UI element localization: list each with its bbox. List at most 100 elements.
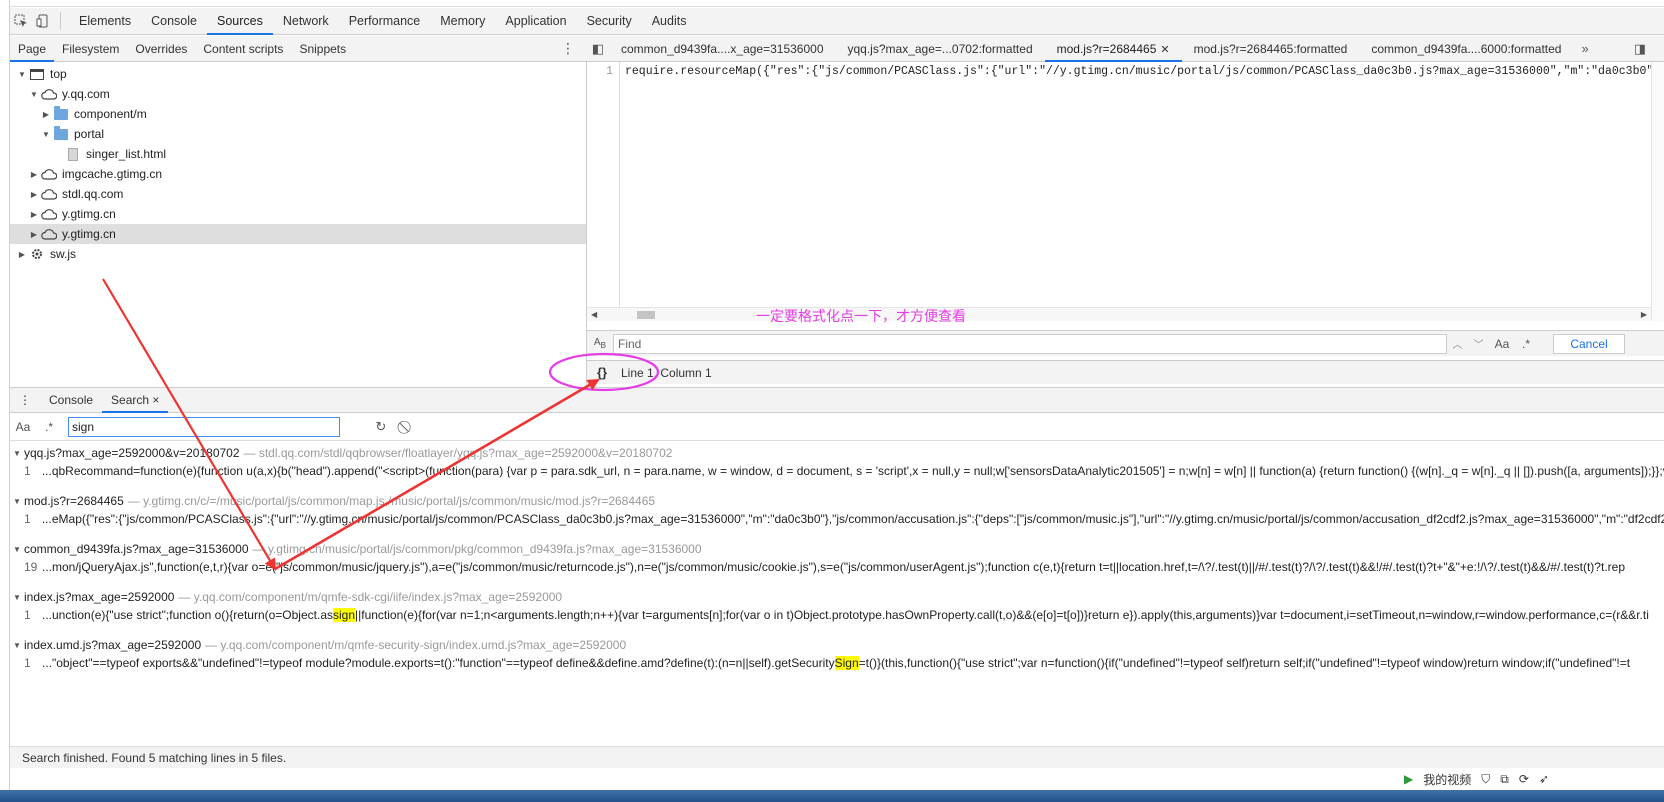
editor-vertical-scrollbar[interactable] [1651, 62, 1664, 321]
nav-tab-page[interactable]: Page [10, 36, 55, 62]
tree-item-stdl[interactable]: ▶ stdl.qq.com [10, 184, 586, 204]
search-input[interactable]: sign [68, 416, 340, 437]
result-line-text: ...eMap({"res":{"js/common/PCASClass.js"… [42, 512, 1664, 526]
tab-application[interactable]: Application [495, 8, 576, 35]
tab-network[interactable]: Network [273, 8, 339, 35]
editor-tab[interactable]: common_d9439fa....x_age=31536000 [609, 36, 836, 62]
result-file-header[interactable]: ▼ yqq.js?max_age=2592000&v=20180702 — st… [10, 444, 1664, 462]
toggle-navigator-icon[interactable]: ◧ [587, 41, 609, 57]
video-play-icon[interactable]: ▶ [1404, 772, 1413, 786]
expand-triangle-icon[interactable]: ▼ [10, 497, 24, 506]
tray-video-label[interactable]: 我的视频 [1423, 771, 1471, 788]
collapse-triangle-icon[interactable]: ▶ [28, 170, 40, 179]
close-icon[interactable]: ✕ [1160, 44, 1169, 56]
clear-icon[interactable]: ⃠ [394, 419, 420, 435]
expand-triangle-icon[interactable]: ▼ [10, 641, 24, 650]
expand-triangle-icon[interactable]: ▼ [10, 449, 24, 458]
tree-item-top[interactable]: ▼ top [10, 64, 586, 84]
shield-icon[interactable]: ⛉ [1481, 772, 1490, 787]
search-match-case-toggle[interactable]: Aa [10, 420, 36, 434]
code-editor[interactable]: 1 require.resourceMap({"res":{"js/common… [587, 62, 1651, 307]
match-case-toggle[interactable]: Aa [1489, 337, 1515, 351]
nav-tab-content-scripts[interactable]: Content scripts [195, 36, 291, 62]
expand-triangle-icon[interactable]: ▼ [40, 130, 52, 139]
result-line[interactable]: 1 ..."object"==typeof exports&&"undefine… [10, 654, 1664, 672]
tab-elements[interactable]: Elements [69, 8, 141, 35]
result-file-header[interactable]: ▼ index.umd.js?max_age=2592000 — y.qq.co… [10, 636, 1664, 654]
scroll-right-icon[interactable]: ▶ [1641, 308, 1647, 322]
result-line-text: ...qbRecommand=function(e){function u(a,… [42, 464, 1664, 478]
more-tabs-icon[interactable]: » [1581, 41, 1588, 56]
drawer-menu-icon[interactable]: ⋮ [10, 388, 40, 413]
refresh-icon[interactable]: ↻ [368, 419, 394, 435]
result-line[interactable]: 1 ...eMap({"res":{"js/common/PCASClass.j… [10, 510, 1664, 528]
expand-triangle-icon[interactable]: ▼ [16, 70, 28, 79]
nav-tab-overrides[interactable]: Overrides [127, 36, 195, 62]
rocket-icon[interactable]: ➶ [1539, 772, 1549, 786]
tree-item-component-m[interactable]: ▶ component/m [10, 104, 586, 124]
find-input[interactable]: Find [613, 333, 1447, 354]
tab-security[interactable]: Security [577, 8, 642, 35]
tree-item-imgcache[interactable]: ▶ imgcache.gtimg.cn [10, 164, 586, 184]
result-line[interactable]: 1 ...qbRecommand=function(e){function u(… [10, 462, 1664, 480]
regex-toggle[interactable]: .* [1515, 337, 1537, 351]
result-file-header[interactable]: ▼ common_d9439fa.js?max_age=31536000 — y… [10, 540, 1664, 558]
drawer-tab-search[interactable]: Search × [102, 388, 169, 413]
nav-tab-filesystem[interactable]: Filesystem [54, 36, 127, 62]
editor-tab[interactable]: mod.js?r=2684465:formatted [1182, 36, 1360, 62]
tab-sources[interactable]: Sources [206, 8, 273, 35]
editor-tab[interactable]: yqq.js?max_age=...0702:formatted [836, 36, 1045, 62]
tree-item-singer-list[interactable]: singer_list.html [10, 144, 586, 164]
result-line-number: 1 [24, 656, 31, 670]
collapse-triangle-icon[interactable]: ▶ [16, 250, 28, 259]
expand-triangle-icon[interactable]: ▼ [10, 545, 24, 554]
find-next-icon[interactable]: ﹀ [1474, 336, 1484, 351]
collapse-triangle-icon[interactable]: ▶ [28, 190, 40, 199]
drawer-tab-console[interactable]: Console [40, 388, 102, 413]
tree-item-y-gtimg-cn[interactable]: ▶ y.gtimg.cn [10, 204, 586, 224]
scroll-left-icon[interactable]: ◀ [591, 308, 597, 322]
tree-item-portal[interactable]: ▼ portal [10, 124, 586, 144]
pretty-print-button[interactable]: {} [587, 365, 617, 380]
nav-tab-snippets[interactable]: Snippets [291, 36, 354, 62]
system-tray: ▶ 我的视频 ⛉ ⧉ ⟳ ➶ [1404, 768, 1664, 790]
screenshot-icon[interactable]: ⧉ [1500, 772, 1509, 787]
collapse-triangle-icon[interactable]: ▶ [28, 210, 40, 219]
inspect-element-icon[interactable] [10, 10, 32, 32]
find-previous-icon[interactable]: ︿ [1453, 336, 1463, 351]
result-line[interactable]: 19 ...mon/jQueryAjax.js",function(e,t,r)… [10, 558, 1664, 576]
expand-triangle-icon[interactable]: ▼ [10, 593, 24, 602]
replace-toggle-icon[interactable]: AB [587, 337, 613, 350]
sync-icon[interactable]: ⟳ [1519, 772, 1529, 786]
device-toolbar-icon[interactable] [32, 10, 54, 32]
collapse-triangle-icon[interactable]: ▶ [28, 230, 40, 239]
result-file-header[interactable]: ▼ mod.js?r=2684465 — y.gtimg.cn/c/=/musi… [10, 492, 1664, 510]
tab-memory[interactable]: Memory [430, 8, 495, 35]
editor-tab-active[interactable]: mod.js?r=2684465 ✕ [1044, 36, 1182, 62]
tab-audits[interactable]: Audits [642, 8, 697, 35]
result-file-header[interactable]: ▼ index.js?max_age=2592000 — y.qq.com/co… [10, 588, 1664, 606]
result-text-before: ...unction(e){"use strict";function o(){… [42, 608, 333, 622]
tab-console[interactable]: Console [141, 8, 207, 35]
result-line[interactable]: 1 ...unction(e){"use strict";function o(… [10, 606, 1664, 624]
code-line[interactable]: require.resourceMap({"res":{"js/common/P… [625, 65, 1651, 78]
cancel-button[interactable]: Cancel [1553, 333, 1625, 354]
result-text-before: ...mon/jQueryAjax.js",function(e,t,r){va… [42, 560, 1625, 574]
collapse-triangle-icon[interactable]: ▶ [40, 110, 52, 119]
toggle-debugger-icon[interactable]: ◨ [1634, 41, 1646, 57]
tree-item-y-qq-com[interactable]: ▼ y.qq.com [10, 84, 586, 104]
editor-horizontal-scrollbar[interactable]: ◀ ▶ [587, 307, 1651, 321]
tree-item-y-gtimg-cn-selected[interactable]: ▶ y.gtimg.cn [10, 224, 586, 244]
tree-item-sw-js[interactable]: ▶ sw.js [10, 244, 586, 264]
editor-tab[interactable]: common_d9439fa....6000:formatted [1359, 36, 1573, 62]
os-taskbar [0, 790, 1664, 802]
close-icon[interactable]: × [152, 393, 159, 407]
expand-triangle-icon[interactable]: ▼ [28, 90, 40, 99]
more-options-icon[interactable]: ⋮ [561, 41, 575, 55]
gear-icon [28, 247, 46, 261]
result-file-path: — y.qq.com/component/m/qmfe-security-sig… [205, 638, 627, 652]
search-regex-toggle[interactable]: .* [36, 420, 62, 434]
result-file-path: — y.qq.com/component/m/qmfe-sdk-cgi/iife… [178, 590, 563, 604]
scrollbar-thumb[interactable] [637, 311, 655, 319]
tab-performance[interactable]: Performance [339, 8, 431, 35]
